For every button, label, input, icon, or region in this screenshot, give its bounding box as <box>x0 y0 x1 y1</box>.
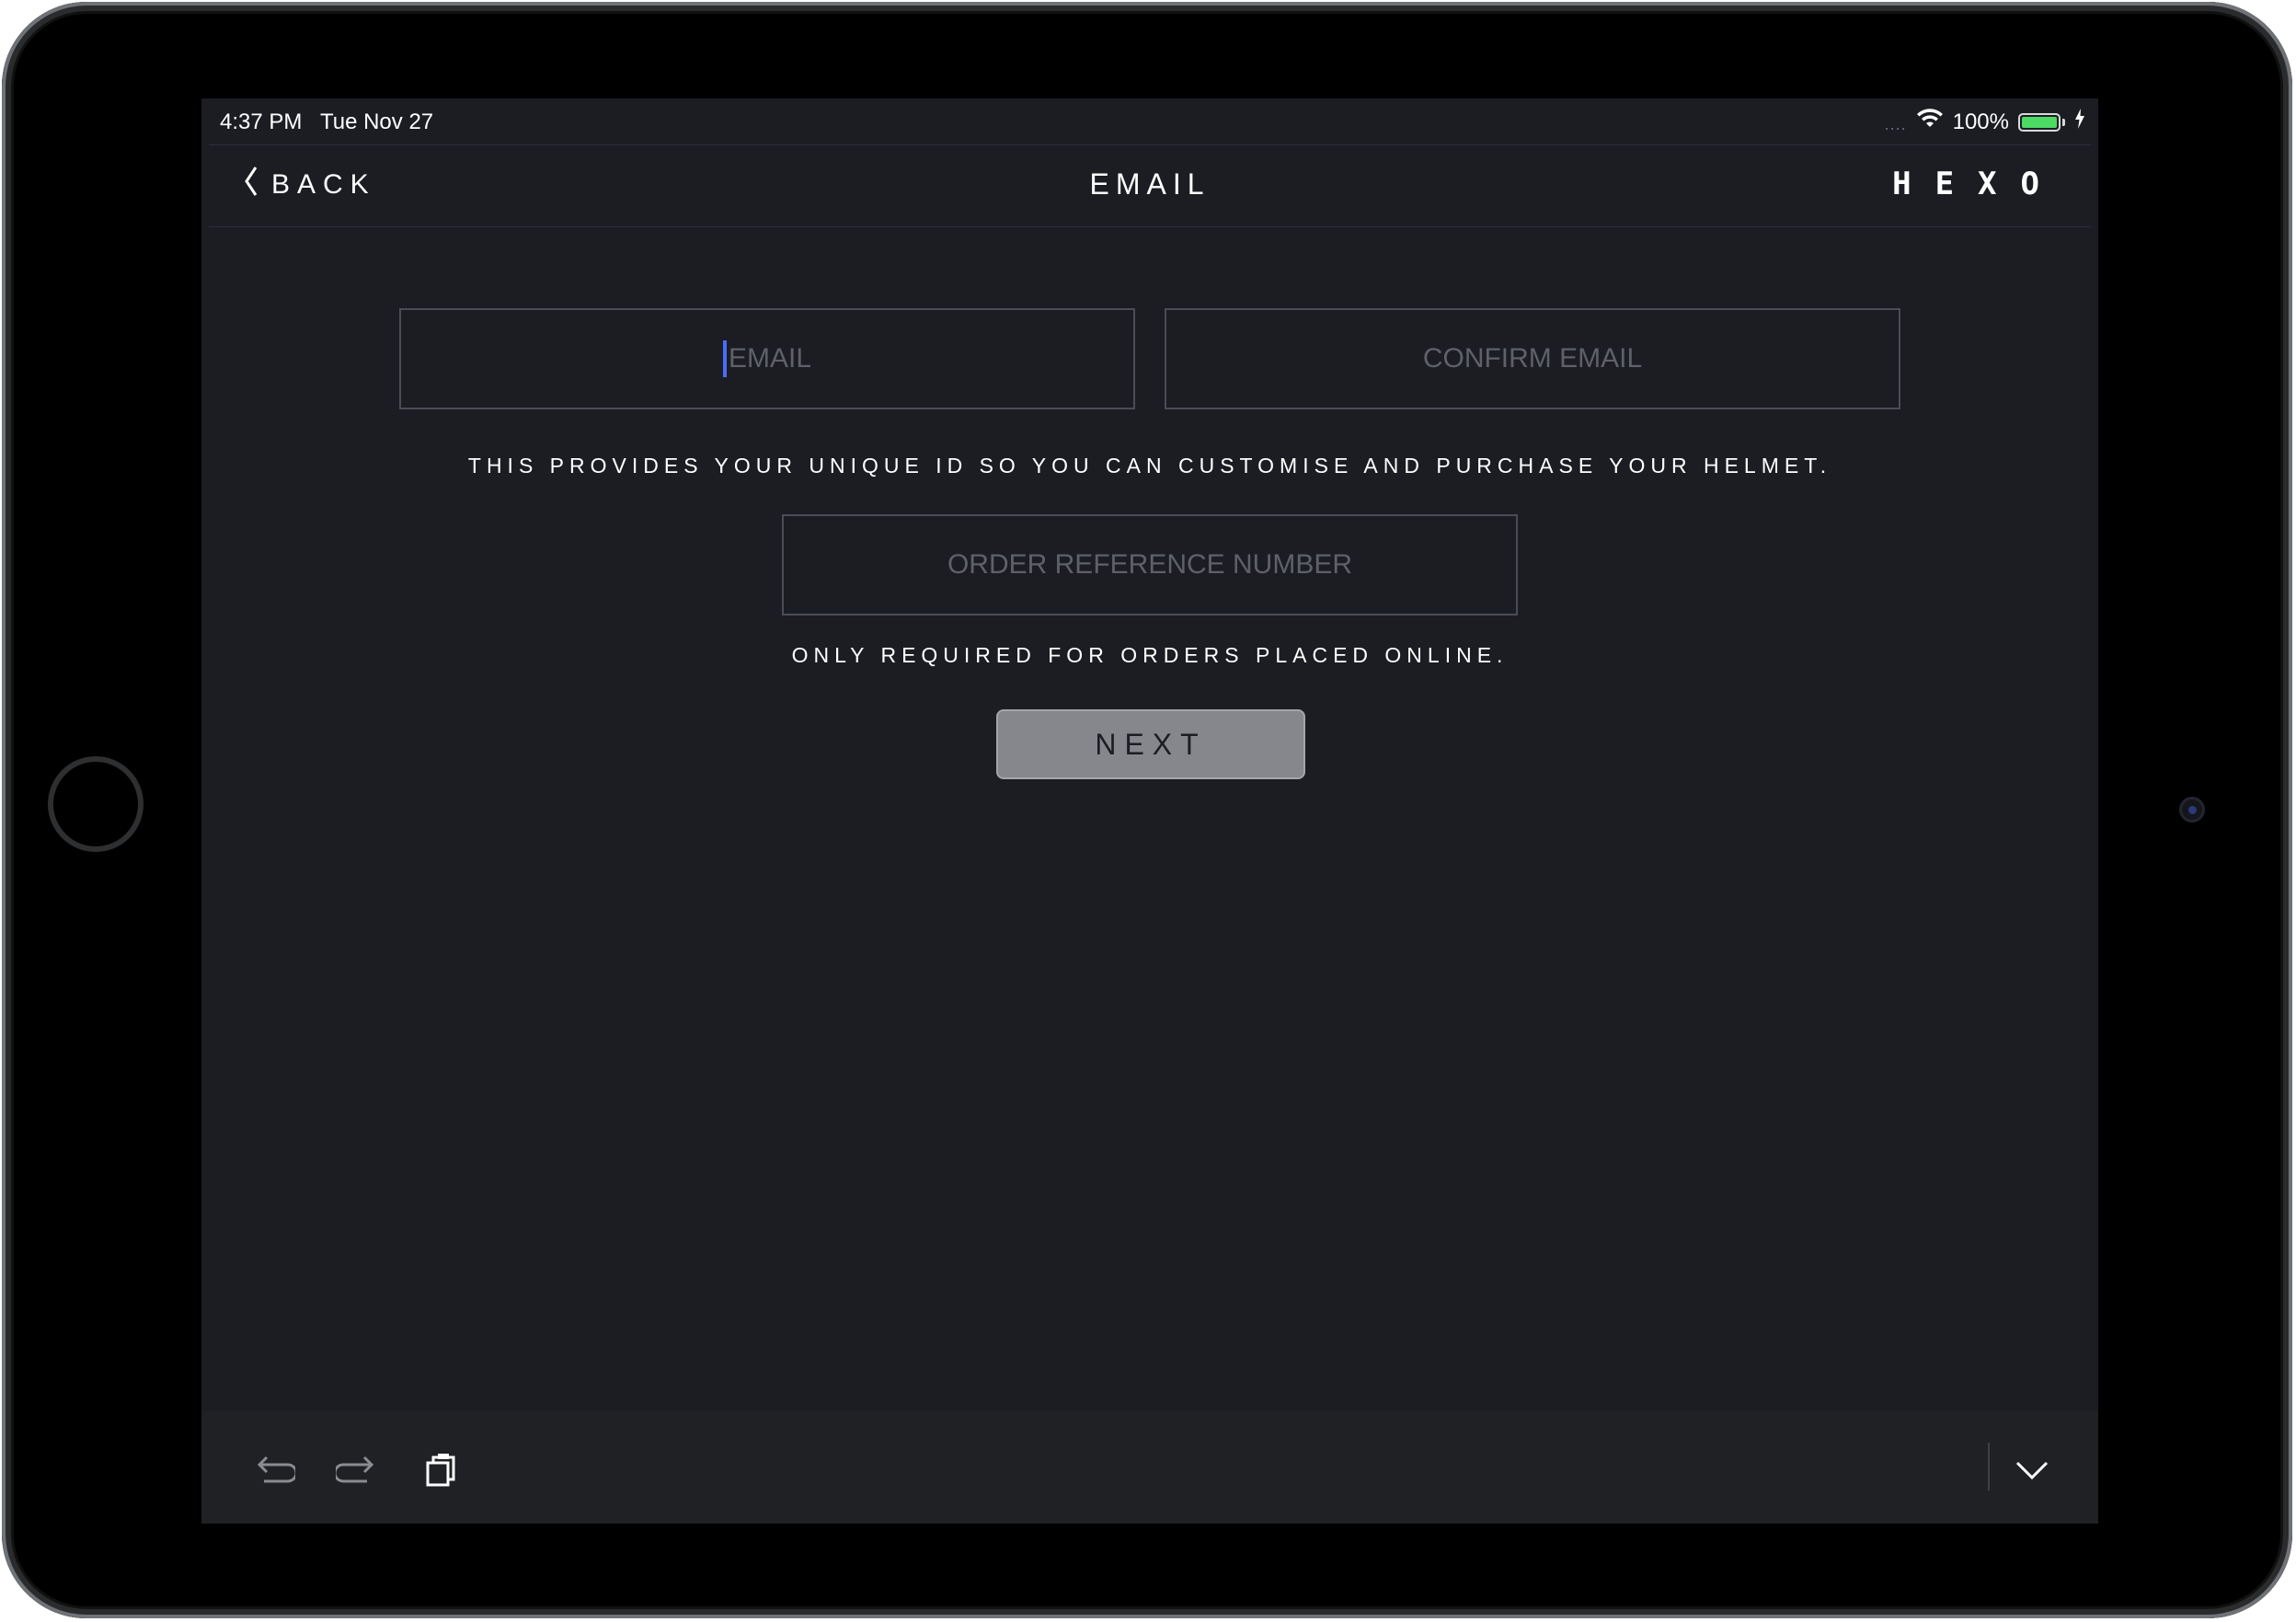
battery-icon <box>2018 112 2061 132</box>
confirm-email-placeholder: CONFIRM EMAIL <box>1422 343 1643 374</box>
signal-icon: .... <box>1884 115 1907 133</box>
order-reference-field[interactable]: ORDER REFERENCE NUMBER <box>782 514 1518 615</box>
confirm-email-field[interactable]: CONFIRM EMAIL <box>1165 308 1900 409</box>
status-time-date: 4:37 PM Tue Nov 27 <box>220 109 433 135</box>
ipad-frame: 4:37 PM Tue Nov 27 .... 100% BACK EMAIL … <box>2 2 2292 1618</box>
order-reference-placeholder: ORDER REFERENCE NUMBER <box>947 549 1353 580</box>
keyboard-shortcut-bar <box>201 1411 2098 1524</box>
charging-bolt-icon <box>2074 109 2085 135</box>
email-placeholder: EMAIL <box>728 343 812 374</box>
navigation-bar: BACK EMAIL HEXO <box>209 144 2091 227</box>
status-indicators: .... 100% <box>1885 108 2085 136</box>
next-button[interactable]: NEXT <box>996 709 1305 779</box>
status-date: Tue Nov 27 <box>319 109 434 134</box>
battery-percent: 100% <box>1952 109 2009 134</box>
text-caret <box>722 340 727 377</box>
email-field[interactable]: EMAIL <box>399 308 1135 409</box>
battery-fill <box>2022 116 2057 128</box>
redo-icon[interactable] <box>333 1448 380 1492</box>
paste-icon[interactable] <box>420 1448 465 1492</box>
home-button[interactable] <box>48 756 144 852</box>
order-helper-text: ONLY REQUIRED FOR ORDERS PLACED ONLINE. <box>791 643 1509 667</box>
app-screen: 4:37 PM Tue Nov 27 .... 100% BACK EMAIL … <box>201 98 2098 1524</box>
undo-icon[interactable] <box>251 1448 298 1492</box>
status-bar: 4:37 PM Tue Nov 27 .... 100% <box>201 98 2098 144</box>
camera-icon <box>2179 797 2205 823</box>
page-title: EMAIL <box>1089 167 1211 201</box>
email-helper-text: THIS PROVIDES YOUR UNIQUE ID SO YOU CAN … <box>467 454 1832 477</box>
chevron-down-icon[interactable] <box>2010 1448 2054 1492</box>
brand-logo: HEXO <box>1892 166 2063 202</box>
keyboard-bar-divider <box>1988 1443 1990 1490</box>
wifi-icon <box>1916 108 1944 136</box>
battery-nub <box>2062 118 2065 126</box>
status-time: 4:37 PM <box>220 109 303 134</box>
